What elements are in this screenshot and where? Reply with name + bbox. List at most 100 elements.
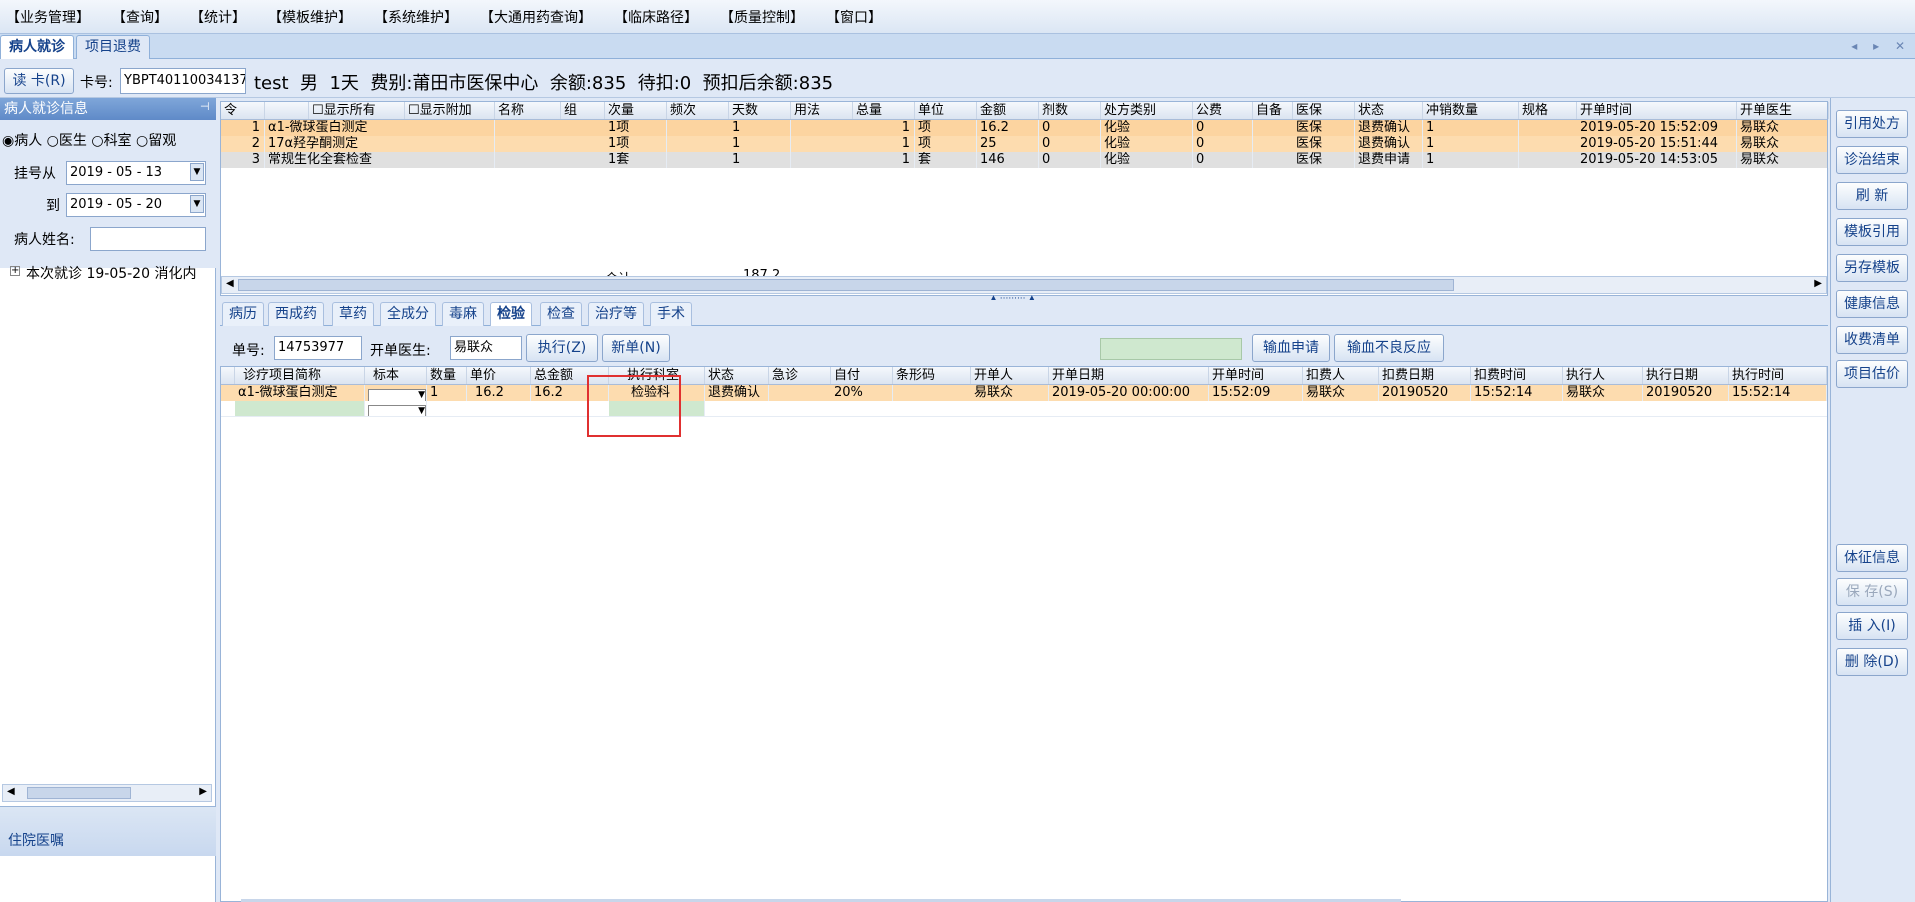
cell-free: 0: [1193, 120, 1253, 136]
blood-request-button[interactable]: 输血申请: [1252, 334, 1330, 362]
save-template-button[interactable]: 另存模板: [1836, 254, 1908, 282]
scroll-right-icon[interactable]: ▶: [199, 786, 207, 797]
execute-button[interactable]: 执行(Z): [526, 334, 598, 362]
menu-system[interactable]: 【系统维护】: [374, 7, 458, 27]
table-row[interactable]: 2 17α羟孕酮测定 1项 1 1 项 25 0 化验 0 医保 退费确认 1 …: [221, 136, 1829, 152]
tab-surgery[interactable]: 手术: [650, 302, 692, 326]
table-row-empty[interactable]: ▼: [221, 401, 1827, 417]
cell-amount: 16.2: [977, 120, 1039, 136]
tree-item-visit[interactable]: 本次就诊 19-05-20 消化内: [26, 263, 214, 283]
cell-exec-time: 15:52:14: [1729, 385, 1827, 401]
checkbox-icon: ☐: [312, 103, 324, 118]
menu-clinical-path[interactable]: 【临床路径】: [614, 7, 698, 27]
template-cite-button[interactable]: 模板引用: [1836, 218, 1908, 246]
window-controls[interactable]: ◂ ▸ ✕: [1851, 39, 1911, 53]
radio-doctor-icon[interactable]: ○: [47, 133, 59, 149]
col-status: 状态: [705, 367, 769, 384]
col-time: 开单时间: [1577, 102, 1737, 119]
menu-query[interactable]: 【查询】: [112, 7, 168, 27]
show-all-checkbox[interactable]: ☐显示所有: [309, 102, 405, 119]
menu-template[interactable]: 【模板维护】: [268, 7, 352, 27]
cell-total: 1: [853, 136, 915, 152]
refresh-button[interactable]: 刷 新: [1836, 182, 1908, 210]
health-info-button[interactable]: 健康信息: [1836, 290, 1908, 318]
tab-western-medicine[interactable]: 西成药: [268, 302, 324, 326]
pin-icon[interactable]: ⊣: [200, 100, 210, 113]
tab-lab-test[interactable]: 检验: [490, 302, 532, 326]
end-diagnosis-button[interactable]: 诊治结束: [1836, 146, 1908, 174]
scroll-thumb[interactable]: [27, 787, 131, 799]
order-doctor-field[interactable]: 易联众: [450, 336, 522, 360]
cell-item-name-empty[interactable]: [235, 401, 365, 416]
card-number-field[interactable]: YBPT40110034137: [120, 68, 246, 94]
menu-business[interactable]: 【业务管理】: [6, 7, 90, 27]
chevron-down-icon[interactable]: ▼: [368, 405, 426, 416]
insert-button[interactable]: 插 入(I): [1836, 612, 1908, 640]
scroll-left-icon[interactable]: ◀: [7, 786, 15, 797]
delete-button[interactable]: 删 除(D): [1836, 648, 1908, 676]
cell-free: 0: [1193, 152, 1253, 168]
cell-qty: 0: [1039, 120, 1101, 136]
chevron-down-icon[interactable]: ▼: [190, 195, 204, 213]
cell-refund: 1: [1423, 120, 1519, 136]
grid1-hscrollbar[interactable]: ◀ ▶: [221, 276, 1827, 294]
tab-herbal[interactable]: 草药: [332, 302, 374, 326]
blood-adverse-button[interactable]: 输血不良反应: [1334, 334, 1444, 362]
col-open-date: 开单日期: [1049, 367, 1209, 384]
col-free: 公费: [1193, 102, 1253, 119]
table-row[interactable]: 1 α1-微球蛋白测定 1项 1 1 项 16.2 0 化验 0 医保 退费确认…: [221, 120, 1829, 136]
reg-from-date[interactable]: 2019 - 05 - 13: [66, 161, 206, 185]
inpatient-order-title[interactable]: 住院医嘱: [8, 830, 64, 850]
tab-medical-record[interactable]: 病历: [222, 302, 264, 326]
cite-prescription-button[interactable]: 引用处方: [1836, 110, 1908, 138]
cell-time: 2019-05-20 15:51:44: [1577, 136, 1737, 152]
cell-type: 化验: [1101, 152, 1193, 168]
show-extra-checkbox[interactable]: ☐显示附加: [405, 102, 495, 119]
charge-list-button[interactable]: 收费清单: [1836, 326, 1908, 354]
menu-window[interactable]: 【窗口】: [826, 7, 882, 27]
tab-patient-visit[interactable]: 病人就诊: [0, 35, 74, 59]
cell-dose: 1项: [605, 136, 667, 152]
order-no-field[interactable]: 14753977: [274, 336, 362, 360]
col-status: 状态: [1355, 102, 1423, 119]
specimen-select[interactable]: ▼: [365, 385, 427, 401]
cell-charge-date: 20190520: [1379, 385, 1471, 401]
expand-icon[interactable]: +: [10, 266, 20, 276]
col-unit-price: 单价: [467, 367, 531, 384]
col-order: 令: [221, 102, 265, 119]
scroll-thumb[interactable]: [238, 279, 1454, 291]
tab-refund[interactable]: 项目退费: [76, 35, 150, 59]
scroll-left-icon[interactable]: ◀: [226, 278, 234, 289]
left-hscrollbar[interactable]: ◀ ▶: [2, 784, 212, 802]
vital-signs-button[interactable]: 体征信息: [1836, 544, 1908, 572]
patient-name-input[interactable]: [90, 227, 206, 251]
tab-full-ingredient[interactable]: 全成分: [380, 302, 436, 326]
table-row[interactable]: α1-微球蛋白测定 ▼ 1 16.2 16.2 检验科 退费确认 20% 易联众…: [221, 385, 1827, 401]
save-button[interactable]: 保 存(S): [1836, 578, 1908, 606]
tab-treatment[interactable]: 治疗等: [588, 302, 644, 326]
radio-dept-icon[interactable]: ○: [91, 133, 103, 149]
new-order-button[interactable]: 新单(N): [602, 334, 670, 362]
scroll-right-icon[interactable]: ▶: [1814, 278, 1822, 289]
chevron-down-icon[interactable]: ▼: [190, 163, 204, 181]
tab-examination[interactable]: 检查: [540, 302, 582, 326]
cell-unit: 套: [915, 152, 977, 168]
menu-quality[interactable]: 【质量控制】: [720, 7, 804, 27]
tab-narcotics[interactable]: 毒麻: [442, 302, 484, 326]
specimen-select[interactable]: ▼: [365, 401, 427, 416]
menu-stats[interactable]: 【统计】: [190, 7, 246, 27]
item-estimate-button[interactable]: 项目估价: [1836, 360, 1908, 388]
cell-exec-date: 20190520: [1643, 385, 1729, 401]
tab-strip: [0, 34, 1915, 59]
cell-time: 2019-05-20 14:53:05: [1577, 152, 1737, 168]
radio-observe-icon[interactable]: ○: [136, 133, 148, 149]
col-executor: 执行人: [1563, 367, 1643, 384]
table-row[interactable]: 3 常规生化全套检查 1套 1 1 套 146 0 化验 0 医保 退费申请 1…: [221, 152, 1829, 168]
reg-to-date[interactable]: 2019 - 05 - 20: [66, 193, 206, 217]
cell-no: 2: [221, 136, 265, 152]
radio-patient-icon[interactable]: ◉: [2, 133, 14, 149]
read-card-button[interactable]: 读 卡(R): [4, 68, 74, 94]
col-barcode: 条形码: [893, 367, 971, 384]
chevron-down-icon[interactable]: ▼: [368, 389, 426, 401]
menu-drug-query[interactable]: 【大通用药查询】: [480, 7, 592, 27]
